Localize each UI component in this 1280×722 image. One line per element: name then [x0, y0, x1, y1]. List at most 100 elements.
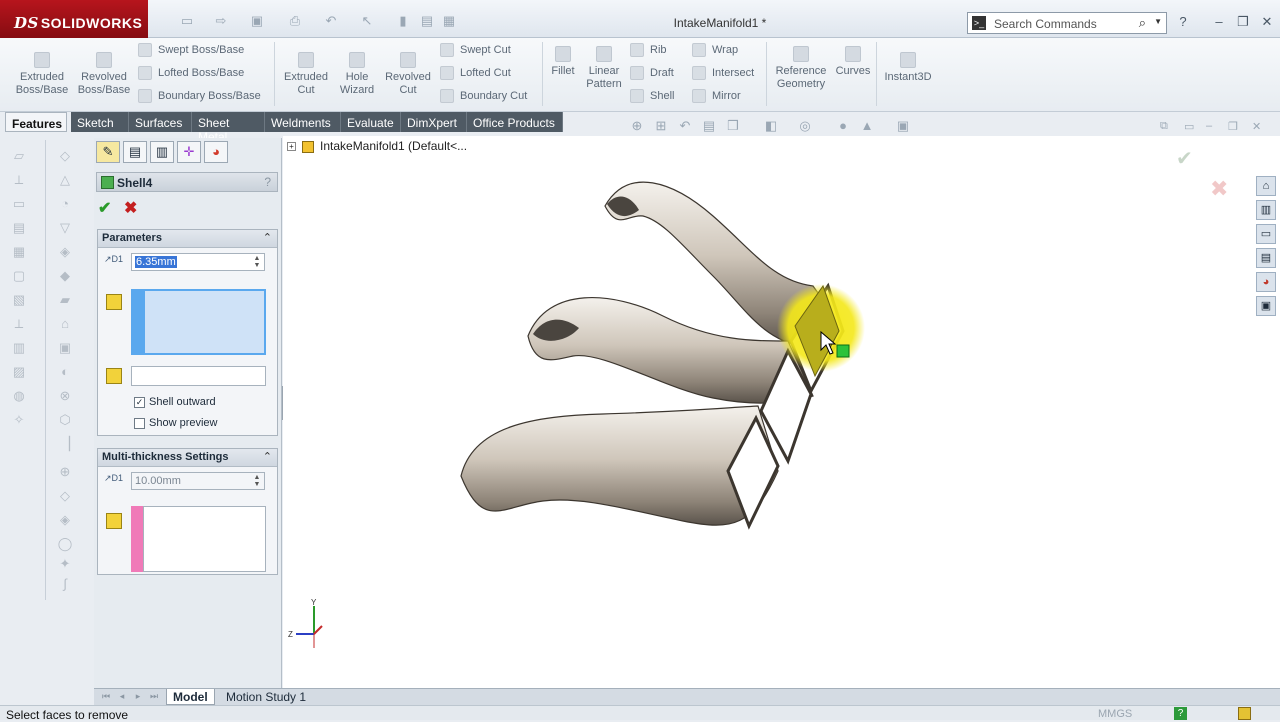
- multi-thickness-header[interactable]: Multi-thickness Settings ⌃: [98, 449, 277, 467]
- tab-dimxpert[interactable]: DimXpert: [401, 112, 467, 132]
- first-tab-icon[interactable]: ⏮: [100, 691, 112, 703]
- collapse-chevron-icon[interactable]: ⌃: [263, 450, 272, 463]
- tab-motion-study-1[interactable]: Motion Study 1: [220, 689, 312, 705]
- swept-boss-button[interactable]: Swept Boss/Base: [138, 42, 244, 58]
- swept-cut-button[interactable]: Swept Cut: [440, 42, 511, 58]
- file-properties-icon[interactable]: ▤: [416, 13, 438, 31]
- tool-icon[interactable]: △: [57, 172, 73, 188]
- intersect-button[interactable]: Intersect: [692, 65, 754, 81]
- tool-icon[interactable]: ◯: [57, 536, 73, 552]
- undo-icon[interactable]: ↶: [320, 13, 342, 31]
- view-orientation-icon[interactable]: ❒: [724, 118, 742, 136]
- appearances-icon[interactable]: ◕: [1256, 272, 1276, 292]
- property-manager-tab-icon[interactable]: ▤: [123, 141, 147, 163]
- edit-appearance-icon[interactable]: ●: [834, 118, 852, 136]
- zoom-to-area-icon[interactable]: ⊞: [652, 118, 670, 136]
- display-style-icon[interactable]: ◧: [762, 118, 780, 136]
- multi-thickness-input[interactable]: 10.00mm ▲ ▼: [131, 472, 265, 490]
- tool-icon[interactable]: ▰: [57, 292, 73, 308]
- help-icon[interactable]: ?: [264, 175, 271, 189]
- instant3d-button[interactable]: Instant3D: [880, 52, 936, 84]
- spin-arrows-icon[interactable]: ▲ ▼: [251, 255, 263, 269]
- tool-icon[interactable]: ⊕: [57, 464, 73, 480]
- fillet-button[interactable]: Fillet: [546, 46, 580, 78]
- flyout-feature-tree[interactable]: + IntakeManifold1 (Default<...: [287, 139, 467, 153]
- tool-icon[interactable]: ▣: [57, 340, 73, 356]
- tool-icon[interactable]: ▤: [11, 220, 27, 236]
- tool-icon[interactable]: ▨: [11, 364, 27, 380]
- search-dropdown-icon[interactable]: ▼: [1154, 17, 1162, 26]
- unit-system[interactable]: MMGS: [1098, 708, 1132, 720]
- curves-button[interactable]: Curves: [834, 46, 872, 78]
- linear-pattern-button[interactable]: Linear Pattern: [582, 46, 626, 91]
- tool-icon[interactable]: ▧: [11, 292, 27, 308]
- lofted-cut-button[interactable]: Lofted Cut: [440, 65, 511, 81]
- tool-icon[interactable]: ✧: [11, 412, 27, 428]
- search-icon[interactable]: ⌕: [1139, 15, 1146, 31]
- file-explorer-icon[interactable]: ▭: [1256, 224, 1276, 244]
- faces-to-remove-box[interactable]: [143, 289, 266, 355]
- tool-icon[interactable]: ⟂: [11, 316, 27, 332]
- tool-icon[interactable]: ▽: [57, 220, 73, 236]
- close-doc-icon[interactable]: ✕: [1252, 120, 1261, 133]
- tab-features[interactable]: Features: [5, 112, 67, 132]
- previous-view-icon[interactable]: ↶: [676, 118, 694, 136]
- boundary-cut-button[interactable]: Boundary Cut: [440, 88, 527, 104]
- maximize-doc-icon[interactable]: ❐: [1228, 120, 1238, 133]
- expand-icon[interactable]: +: [287, 142, 296, 152]
- rib-button[interactable]: Rib: [630, 42, 667, 58]
- display-manager-tab-icon[interactable]: ◕: [204, 141, 228, 163]
- custom-properties-icon[interactable]: ▣: [1256, 296, 1276, 316]
- smart-dimension-icon[interactable]: ⟂: [11, 172, 27, 188]
- show-preview-checkbox[interactable]: Show preview: [134, 417, 217, 429]
- tab-surfaces[interactable]: Surfaces: [129, 112, 192, 132]
- spin-arrows-icon[interactable]: ▲ ▼: [251, 474, 263, 488]
- minimize-doc-icon[interactable]: –: [1206, 120, 1212, 132]
- close-window-icon[interactable]: ✕: [1258, 14, 1276, 30]
- tool-icon[interactable]: ⬡: [57, 412, 73, 428]
- tool-icon[interactable]: ◇: [57, 148, 73, 164]
- print-icon[interactable]: ⎙: [284, 13, 306, 31]
- thickness-input[interactable]: 6.35mm ▲ ▼: [131, 253, 265, 271]
- tool-icon[interactable]: ◈: [57, 512, 73, 528]
- prev-tab-icon[interactable]: ◂: [116, 691, 128, 703]
- draft-button[interactable]: Draft: [630, 65, 674, 81]
- tool-icon[interactable]: ⌂: [57, 316, 73, 332]
- tab-model[interactable]: Model: [166, 689, 215, 705]
- revolved-cut-button[interactable]: Revolved Cut: [382, 52, 434, 97]
- lofted-boss-button[interactable]: Lofted Boss/Base: [138, 65, 244, 81]
- maximize-window-icon[interactable]: ❐: [1234, 14, 1252, 30]
- reference-geometry-button[interactable]: Reference Geometry: [770, 46, 832, 91]
- tab-sketch[interactable]: Sketch: [71, 112, 129, 132]
- shell-outward-checkbox[interactable]: ✓ Shell outward: [134, 396, 216, 408]
- hole-wizard-button[interactable]: Hole Wizard: [334, 52, 380, 97]
- options-icon[interactable]: ▦: [438, 13, 460, 31]
- help-icon[interactable]: ?: [1174, 14, 1192, 30]
- wrap-button[interactable]: Wrap: [692, 42, 738, 58]
- tool-icon[interactable]: ◇: [57, 488, 73, 504]
- dimxpert-manager-tab-icon[interactable]: ✛: [177, 141, 201, 163]
- tool-icon[interactable]: ▭: [11, 196, 27, 212]
- selection-handle[interactable]: [836, 344, 850, 358]
- hide-show-items-icon[interactable]: ◎: [796, 118, 814, 136]
- multi-thickness-faces-box[interactable]: [143, 506, 266, 572]
- new-doc-icon[interactable]: ▭: [176, 13, 198, 31]
- checkbox-box[interactable]: [134, 417, 145, 429]
- open-doc-icon[interactable]: ⇨: [210, 13, 232, 31]
- minimize-window-icon[interactable]: –: [1210, 14, 1228, 30]
- parameters-header[interactable]: Parameters ⌃: [98, 230, 277, 248]
- checkbox-box[interactable]: ✓: [134, 396, 145, 408]
- tab-sheet-metal[interactable]: Sheet Metal: [192, 112, 265, 144]
- tool-icon[interactable]: ▢: [11, 268, 27, 284]
- graphics-area[interactable]: [283, 136, 1280, 688]
- shell-button[interactable]: Shell: [630, 88, 674, 104]
- boundary-boss-button[interactable]: Boundary Boss/Base: [138, 88, 261, 104]
- confirm-cancel-icon[interactable]: ✖: [1210, 176, 1228, 202]
- sketch-icon[interactable]: ▱: [11, 148, 27, 164]
- collapse-chevron-icon[interactable]: ⌃: [263, 231, 272, 244]
- tool-icon[interactable]: ▕: [57, 436, 73, 452]
- feature-manager-tab-icon[interactable]: ✎: [96, 141, 120, 163]
- cancel-x-icon[interactable]: ✖: [124, 198, 137, 218]
- tool-icon[interactable]: ◔: [57, 196, 73, 212]
- section-view-icon[interactable]: ▤: [700, 118, 718, 136]
